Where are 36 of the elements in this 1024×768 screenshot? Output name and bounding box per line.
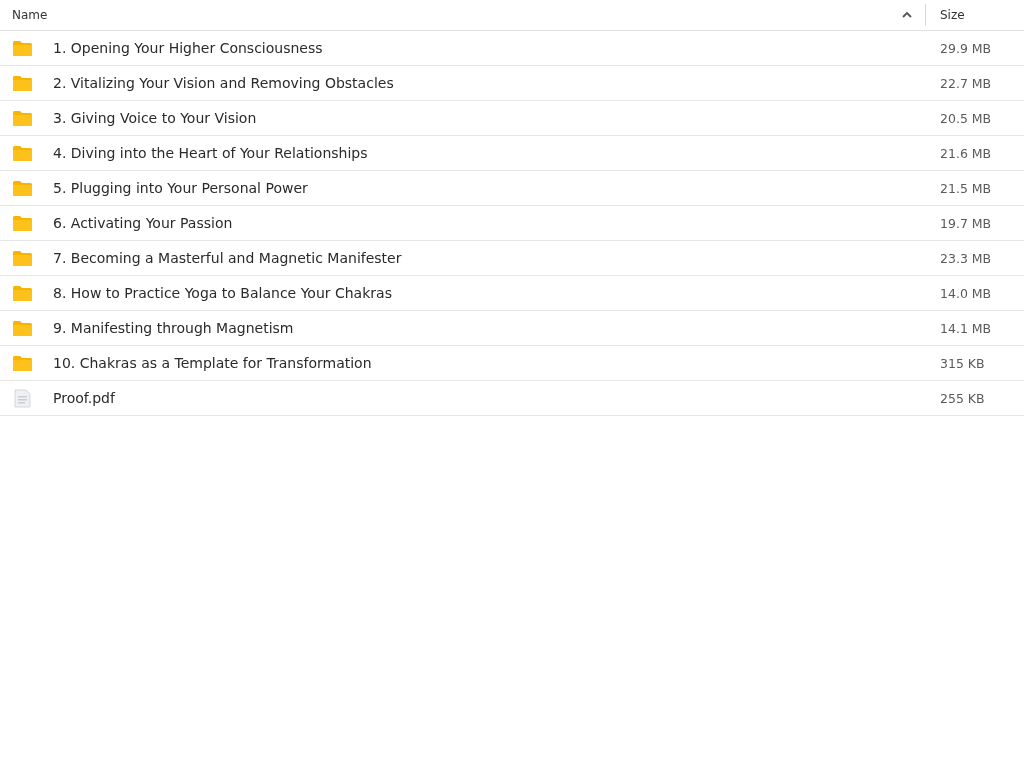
file-size: 20.5 MB [940,110,993,126]
file-size: 255 KB [940,390,986,406]
folder-icon [12,284,33,302]
folder-icon [12,74,33,92]
folder-icon [12,144,33,162]
folder-icon [12,249,33,267]
sort-chevron-icon[interactable] [901,10,913,20]
file-size: 21.6 MB [940,145,993,161]
file-name[interactable]: Proof.pdf [53,390,115,406]
file-name[interactable]: 4. Diving into the Heart of Your Relationships [53,145,368,161]
file-name[interactable]: 6. Activating Your Passion [53,215,233,231]
folder-icon [12,39,33,57]
file-size: 315 KB [940,355,986,371]
file-name[interactable]: 3. Giving Voice to Your Vision [53,110,257,126]
file-size: 22.7 MB [940,75,993,91]
file-name[interactable]: 10. Chakras as a Template for Transformation [53,355,372,371]
file-size: 23.3 MB [940,250,993,266]
folder-icon [12,109,33,127]
file-size: 21.5 MB [940,180,993,196]
document-icon [12,388,33,408]
file-size: 14.1 MB [940,320,993,336]
file-name[interactable]: 7. Becoming a Masterful and Magnetic Manifester [53,250,402,266]
folder-icon [12,354,33,372]
column-header[interactable]: Size [940,8,965,22]
file-name[interactable]: 2. Vitalizing Your Vision and Removing Obstacles [53,75,394,91]
folder-icon [12,319,33,337]
file-name[interactable]: 5. Plugging into Your Personal Power [53,180,308,196]
file-name[interactable]: 8. How to Practice Yoga to Balance Your Chakras [53,285,392,301]
file-name[interactable]: 1. Opening Your Higher Consciousness [53,40,323,56]
file-size: 29.9 MB [940,40,993,56]
folder-icon [12,179,33,197]
file-name[interactable]: 9. Manifesting through Magnetism [53,320,294,336]
column-header[interactable]: Name [12,8,48,22]
file-size: 14.0 MB [940,285,993,301]
folder-icon [12,214,33,232]
file-size: 19.7 MB [940,215,993,231]
